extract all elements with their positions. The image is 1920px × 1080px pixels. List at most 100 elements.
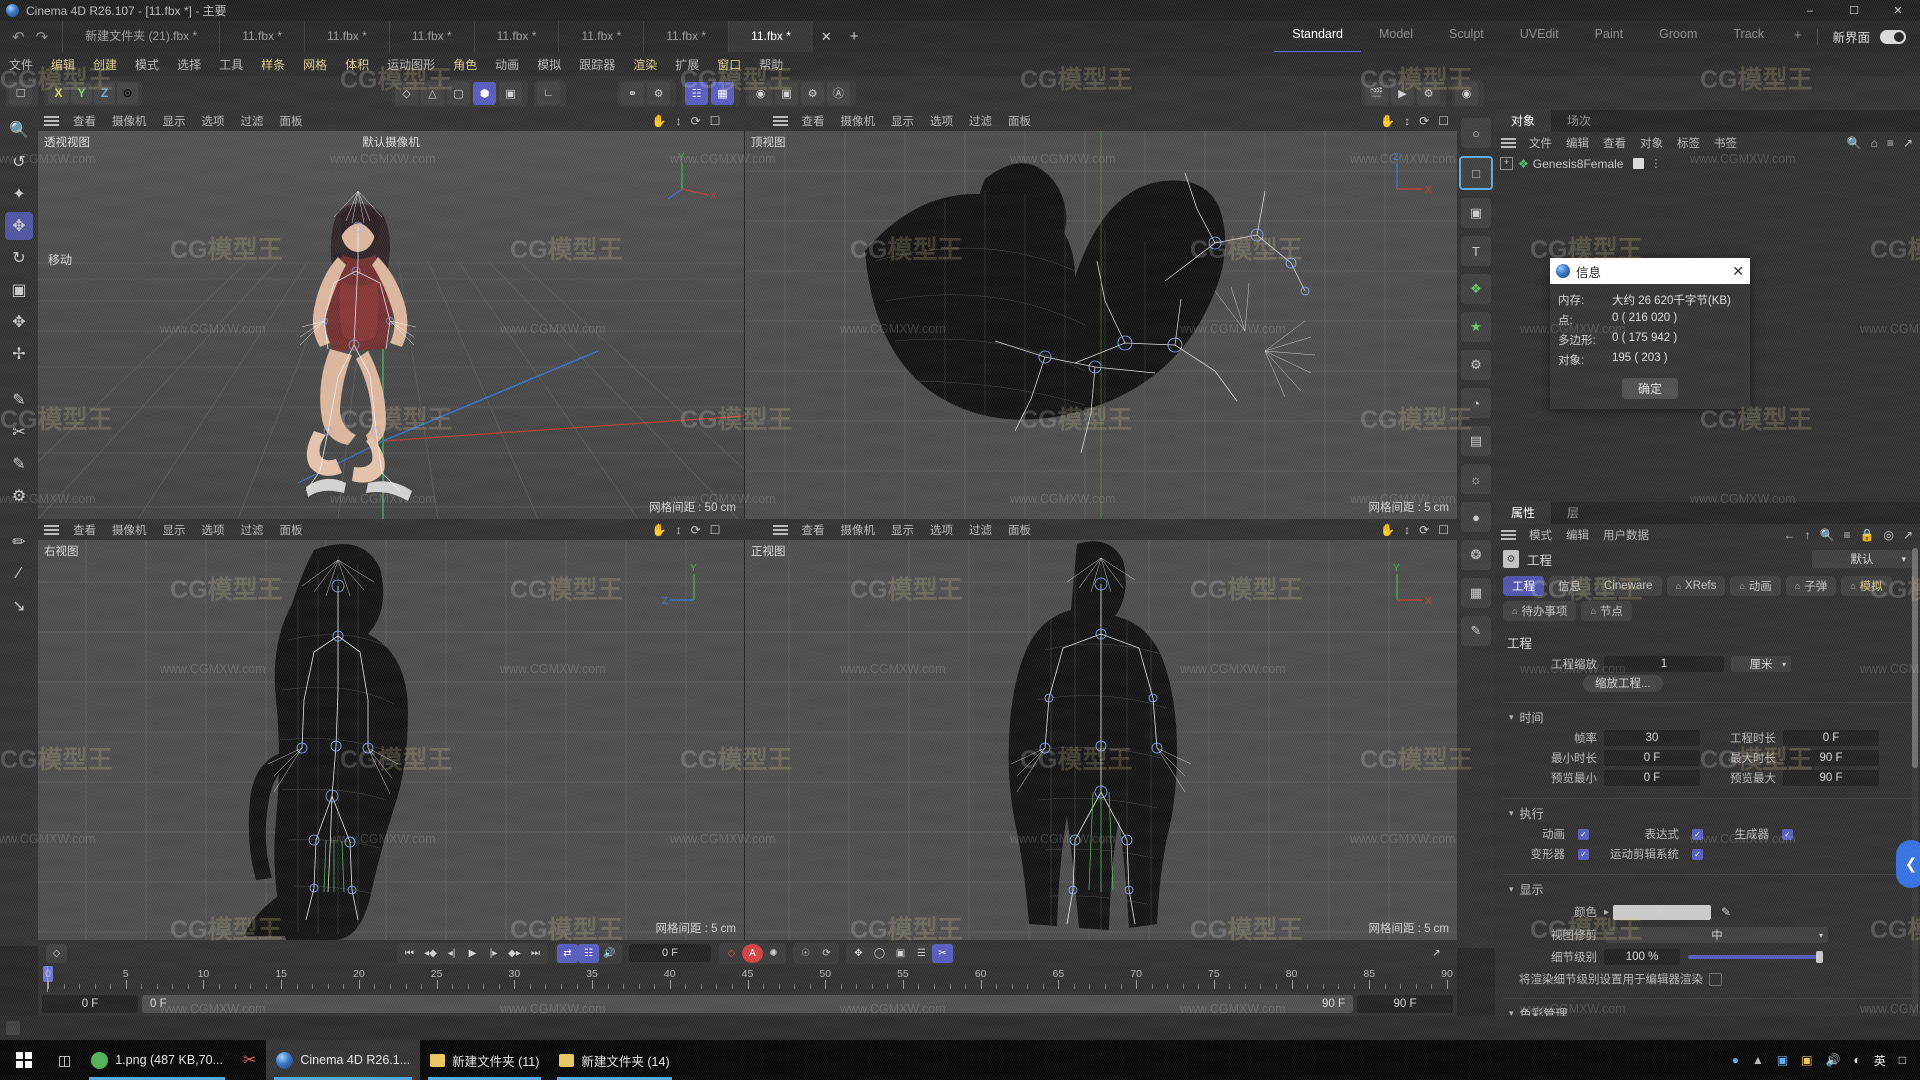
menu-item[interactable]: 扩展 <box>666 56 708 73</box>
redo-icon[interactable]: ↷ <box>36 28 49 46</box>
layout-tab[interactable]: Standard <box>1274 20 1361 53</box>
project-scale-input[interactable]: 1 <box>1604 656 1724 672</box>
lock-icon[interactable]: 🔒 <box>1860 528 1875 542</box>
axis-tool-icon[interactable]: ✢ <box>5 340 33 368</box>
viewport-menu-item[interactable]: 选项 <box>922 113 961 129</box>
lod-slider-handle[interactable] <box>1816 951 1823 963</box>
tray-app-icon-1[interactable]: ▣ <box>1777 1053 1788 1067</box>
viewport-menu-item[interactable]: 显示 <box>155 113 194 129</box>
axis-object-icon[interactable]: ○ <box>1461 118 1491 148</box>
viewport-menu-item[interactable]: 查看 <box>794 113 833 129</box>
render-region-icon[interactable]: ▣ <box>775 81 798 105</box>
menu-item[interactable]: 创建 <box>84 56 126 73</box>
new-ui-toggle[interactable] <box>1880 29 1906 44</box>
deformer-icon[interactable]: ⚙ <box>1461 350 1491 380</box>
light-icon[interactable]: ☼ <box>1461 464 1491 494</box>
layout-tab[interactable]: Groom <box>1641 20 1715 51</box>
next-frame-button[interactable]: |▸ <box>483 944 504 963</box>
layout-add-button[interactable]: + <box>1782 21 1813 52</box>
min-time-input[interactable]: 0 F <box>1604 750 1700 766</box>
scene-nodes-icon[interactable]: ❖ <box>1461 274 1491 304</box>
line-icon[interactable]: ∕ <box>5 560 33 588</box>
color-expand-icon[interactable]: ▸ <box>1604 907 1609 918</box>
layout-tab[interactable]: UVEdit <box>1502 20 1577 51</box>
viewport-menu-item[interactable]: 显示 <box>155 522 194 538</box>
axis-z-button[interactable]: Z <box>94 82 115 104</box>
sculpt-icon[interactable]: ⚙ <box>5 482 33 510</box>
document-tab[interactable]: 11.fbx * <box>643 21 728 52</box>
attribute-manager-menu-item[interactable]: 编辑 <box>1559 527 1596 543</box>
object-manager-menu-item[interactable]: 编辑 <box>1559 135 1596 151</box>
viewport-perspective[interactable]: 透视视图 默认摄像机 移动 网格间距 : 50 cm Y X <box>38 131 745 519</box>
object-manager-tab[interactable]: 对象 <box>1495 109 1552 132</box>
layout-tab[interactable]: Track <box>1715 20 1782 51</box>
project-scale-unit-dropdown[interactable]: 厘米 <box>1731 656 1791 672</box>
rotation-key-icon[interactable]: ⟳ <box>816 944 837 963</box>
info-dialog-ok-button[interactable]: 确定 <box>1622 378 1678 399</box>
object-row[interactable]: + ❖ Genesis8Female ⋮ <box>1495 154 1920 173</box>
play-back-button[interactable]: ▶ <box>462 944 483 963</box>
viewport-menu-hamburger-icon-3[interactable] <box>38 523 65 537</box>
viewport-menu-item[interactable]: 显示 <box>883 522 922 538</box>
attribute-manager-tab[interactable]: 属性 <box>1495 501 1552 524</box>
position-key-icon[interactable]: ☉ <box>795 944 816 963</box>
document-tab-close-icon[interactable]: ✕ <box>813 29 840 45</box>
expand-icon[interactable]: + <box>1500 157 1513 170</box>
preview-range-slider[interactable]: 0 F 90 F <box>142 995 1353 1013</box>
magnet-tool-icon[interactable]: ✥ <box>5 308 33 336</box>
filter-icon-2[interactable]: ≡ <box>1843 528 1850 542</box>
twirl-icon-3[interactable]: ▾ <box>1509 884 1514 895</box>
back-arrow-icon[interactable]: ← <box>1784 528 1796 542</box>
view-clip-dropdown[interactable]: 中 <box>1606 927 1828 943</box>
motion-clip-checkbox[interactable]: ✓ <box>1692 848 1703 860</box>
document-tab[interactable]: 11.fbx * <box>728 21 813 52</box>
snap-settings-icon[interactable]: ▦ <box>711 81 734 105</box>
texture-mode-icon[interactable]: ▣ <box>499 81 522 105</box>
menu-item[interactable]: 动画 <box>486 56 528 73</box>
pan-icon-2[interactable]: ✋ <box>1380 114 1395 128</box>
attribute-tab[interactable]: ⌂ 待办事项 <box>1503 601 1577 621</box>
viewport-menu-item[interactable]: 摄像机 <box>104 522 155 538</box>
target-icon[interactable]: ◎ <box>1883 528 1893 542</box>
menu-item[interactable]: 跟踪器 <box>570 56 624 73</box>
menu-item[interactable]: 模式 <box>126 56 168 73</box>
render-view-icon[interactable]: ◉ <box>749 81 772 105</box>
attribute-manager-menu-item[interactable]: 模式 <box>1522 527 1559 543</box>
record-keyframe-icon[interactable]: ◇ <box>721 944 742 963</box>
range-end-field[interactable]: 90 F <box>1357 995 1453 1013</box>
render-queue-icon[interactable]: ⚙ <box>801 81 824 105</box>
param-key-icon[interactable]: ▣ <box>890 944 911 963</box>
search-icon-2[interactable]: 🔍 <box>1820 528 1835 542</box>
document-tab[interactable]: 11.fbx * <box>558 21 643 52</box>
select-tool-icon[interactable]: ✦ <box>5 180 33 208</box>
viewport-menu-item[interactable]: 选项 <box>194 522 233 538</box>
menu-item[interactable]: 角色 <box>444 56 486 73</box>
next-key-button[interactable]: ◆▸ <box>504 944 525 963</box>
loop-button[interactable]: ⇄ <box>557 943 578 963</box>
pan-icon-3[interactable]: ✋ <box>652 523 667 537</box>
maximize-view-icon-2[interactable]: ☐ <box>1438 114 1449 128</box>
viewport-menu-item[interactable]: 过滤 <box>961 522 1000 538</box>
preview-min-input[interactable]: 0 F <box>1604 770 1700 786</box>
world-axis-button[interactable]: ⊙ <box>117 82 138 104</box>
range-start-field[interactable]: 0 F <box>42 995 138 1013</box>
undo-tool-icon[interactable]: ↺ <box>5 148 33 176</box>
brush-icon[interactable]: ✎ <box>5 386 33 414</box>
taskbar-item-image[interactable]: 1.png (487 KB,70... <box>81 1040 233 1080</box>
layers-key-icon[interactable]: ☰ <box>911 944 932 963</box>
object-manager-tab[interactable]: 场次 <box>1551 109 1607 132</box>
orbit-icon-3[interactable]: ⟳ <box>691 523 701 537</box>
viewport-menu-item[interactable]: 选项 <box>194 113 233 129</box>
layout-tab[interactable]: Model <box>1361 20 1431 51</box>
document-tab[interactable]: 11.fbx * <box>219 21 304 52</box>
object-manager-menu-item[interactable]: 文件 <box>1522 135 1559 151</box>
knife-icon[interactable]: ✂ <box>5 418 33 446</box>
attribute-manager-hamburger-icon[interactable] <box>1495 528 1522 542</box>
orbit-icon-4[interactable]: ⟳ <box>1419 523 1429 537</box>
search-icon[interactable]: 🔍 <box>1847 136 1862 150</box>
scale-project-button[interactable]: 缩放工程... <box>1583 674 1663 692</box>
color-swatch[interactable] <box>1613 904 1712 920</box>
generator-checkbox[interactable]: ✓ <box>1782 828 1793 840</box>
max-time-input[interactable]: 90 F <box>1783 750 1879 766</box>
maximize-view-icon-3[interactable]: ☐ <box>710 523 721 537</box>
